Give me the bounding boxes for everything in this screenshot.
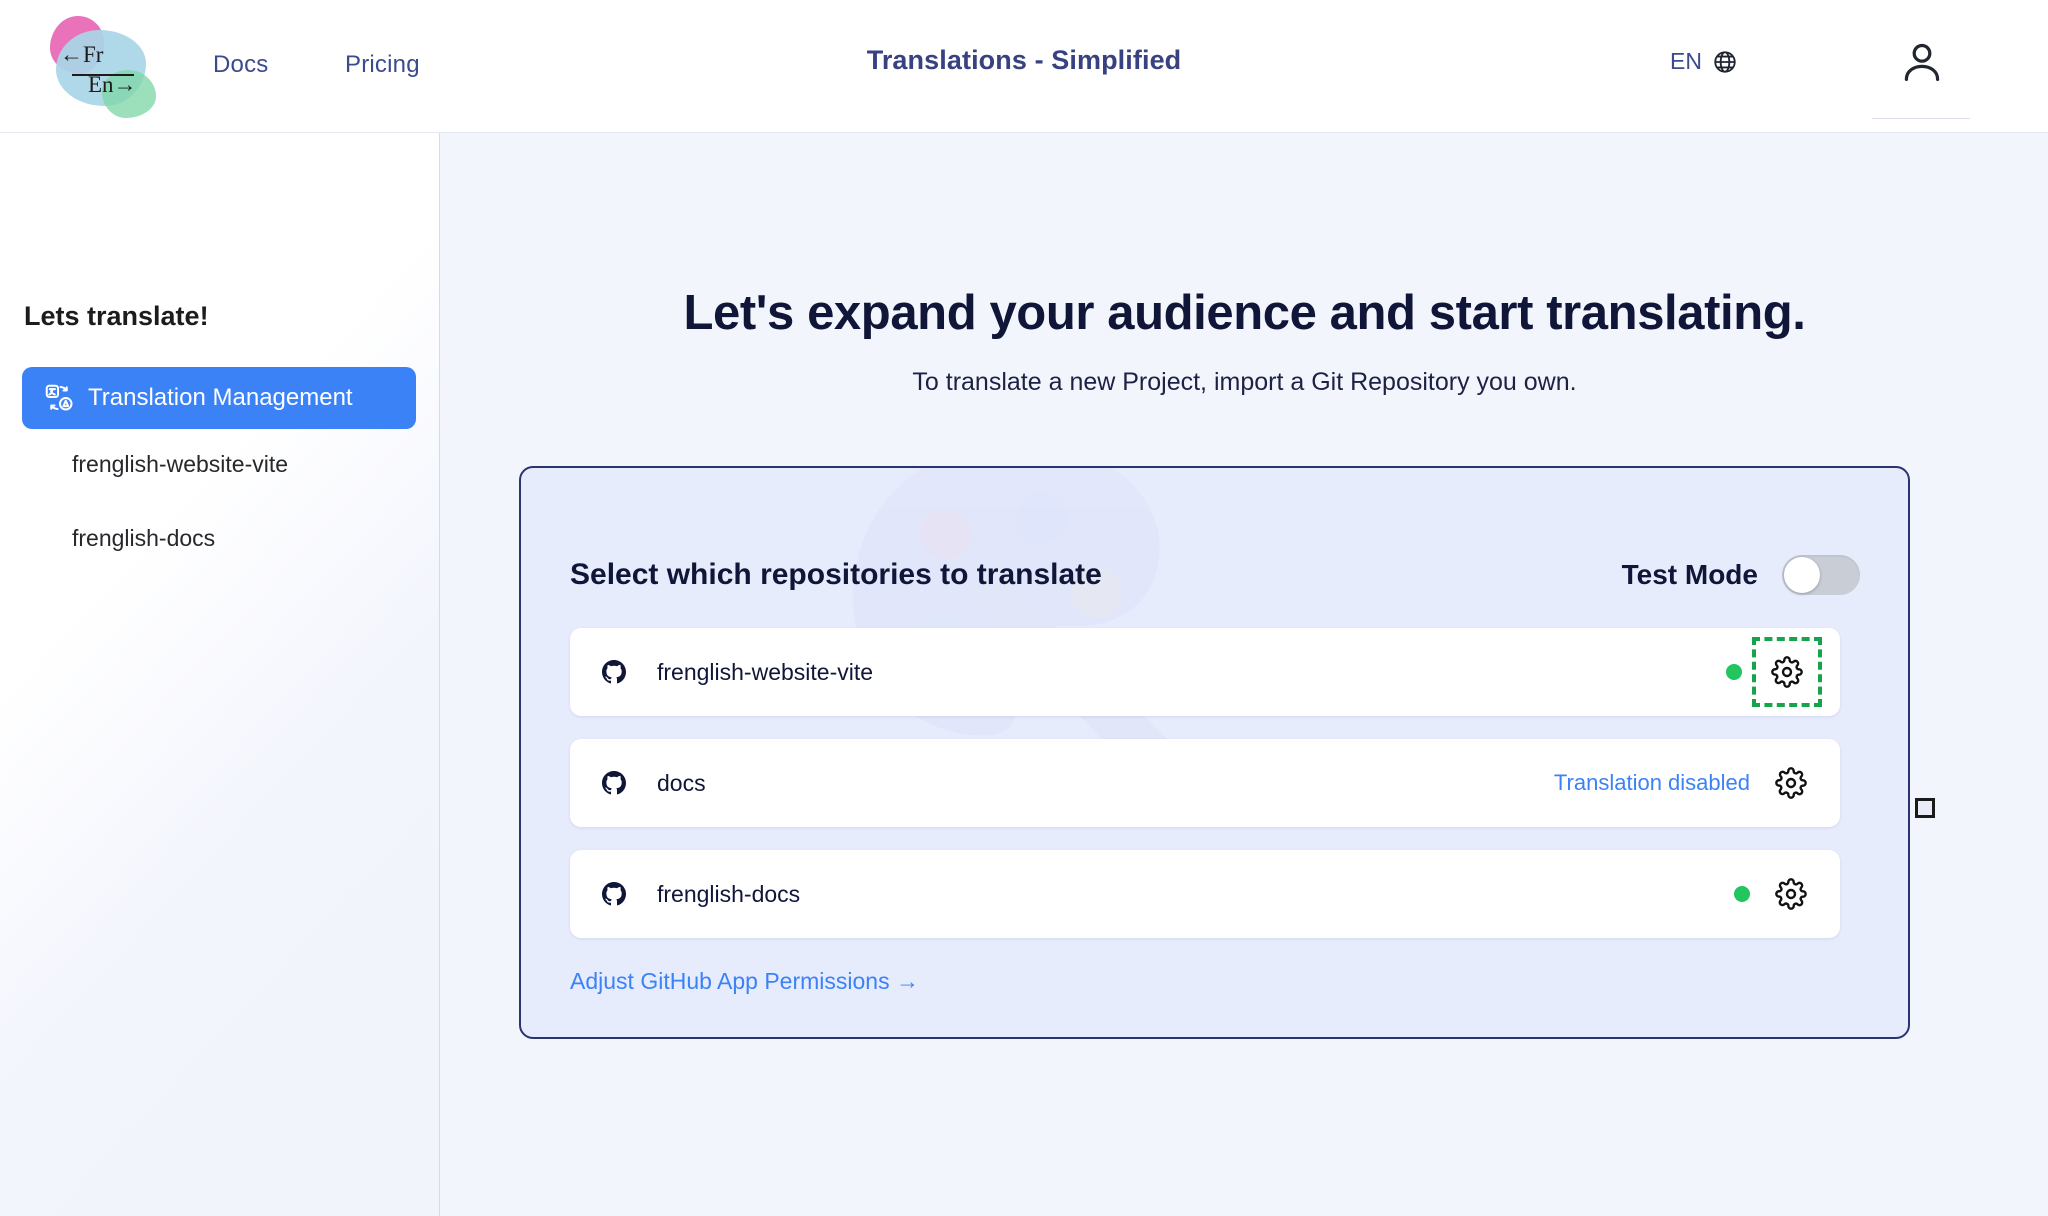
table-row[interactable]: docs Translation disabled <box>570 739 1840 827</box>
avatar-underline <box>1872 118 1970 119</box>
avatar[interactable] <box>1896 36 1948 88</box>
toggle-knob <box>1784 557 1820 593</box>
test-mode-toggle[interactable] <box>1782 555 1860 595</box>
translate-icon <box>44 383 74 413</box>
repo-settings-button[interactable] <box>1752 637 1822 707</box>
repo-name: docs <box>657 769 706 796</box>
status-badge <box>1734 886 1750 902</box>
page-title: Translations - Simplified <box>866 45 1182 75</box>
hero-subtitle: To translate a new Project, import a Git… <box>912 368 1577 396</box>
test-mode-label: Test Mode <box>1621 559 1758 590</box>
test-mode-control: Test Mode <box>1622 555 1860 595</box>
language-switcher[interactable]: EN <box>1670 48 1738 75</box>
sidebar-item-frenglish-docs[interactable]: frenglish-docs <box>72 525 215 552</box>
card-title: Select which repositories to translate <box>570 558 1102 591</box>
repo-settings-button[interactable] <box>1768 871 1814 917</box>
sidebar-item-frenglish-website-vite[interactable]: frenglish-website-vite <box>72 451 288 478</box>
main-content: Let's expand your audience and start tra… <box>441 133 2048 1216</box>
language-code: EN <box>1670 48 1702 74</box>
card-resize-handle[interactable] <box>1915 798 1935 818</box>
sidebar-title: Lets translate! <box>24 301 209 331</box>
row-actions: Translation disabled <box>1554 760 1814 806</box>
adjust-github-permissions-link[interactable]: Adjust GitHub App Permissions → <box>570 968 919 995</box>
repository-selection-card: Created by Paint S Select which reposito… <box>519 466 1910 1039</box>
status-badge[interactable]: Translation disabled <box>1554 770 1750 796</box>
repo-name: frenglish-docs <box>657 880 801 907</box>
repo-name: frenglish-website-vite <box>657 658 874 685</box>
top-header: ←Fr En→ Docs Pricing Translations - Simp… <box>0 0 2048 133</box>
row-actions <box>1734 871 1814 917</box>
sidebar-item-label: Translation Management <box>88 384 353 411</box>
table-row[interactable]: frenglish-website-vite <box>570 628 1840 716</box>
table-row[interactable]: frenglish-docs <box>570 850 1840 938</box>
sidebar: Lets translate! Translation Management f… <box>0 133 440 1216</box>
hero-title: Let's expand your audience and start tra… <box>683 286 1806 340</box>
sidebar-item-translation-management[interactable]: Translation Management <box>22 367 416 429</box>
status-badge <box>1726 664 1742 680</box>
github-icon <box>602 660 626 684</box>
globe-icon <box>1712 49 1738 75</box>
card-header: Select which repositories to translate T… <box>570 555 1860 595</box>
github-icon <box>602 882 626 906</box>
row-actions <box>1726 637 1822 707</box>
repo-settings-button[interactable] <box>1768 760 1814 806</box>
github-icon <box>602 771 626 795</box>
